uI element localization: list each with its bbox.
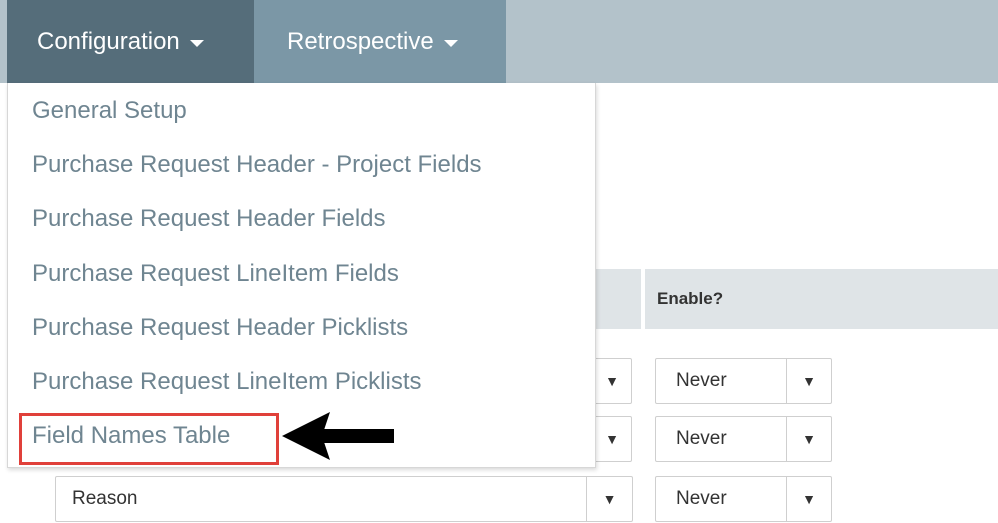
enable-select-value: Never <box>676 370 727 391</box>
triangle-down-icon[interactable]: ▼ <box>787 359 831 403</box>
left-arrow-icon <box>282 412 394 460</box>
table-header-cell <box>596 269 641 329</box>
enable-select-value: Never <box>676 488 727 509</box>
menu-item-general-setup[interactable]: General Setup <box>32 97 187 125</box>
nav-configuration-label: Configuration <box>37 27 180 55</box>
caret-down-icon <box>189 40 204 47</box>
triangle-down-icon[interactable]: ▼ <box>787 417 831 461</box>
top-navbar: Configuration Retrospective <box>0 0 998 83</box>
nav-configuration-menu[interactable]: Configuration <box>7 0 254 83</box>
enable-select-row-1[interactable]: Never ▼ <box>655 358 832 404</box>
highlight-annotation-box <box>19 413 279 465</box>
triangle-down-icon[interactable]: ▼ <box>587 477 632 521</box>
field-select-row-3[interactable]: Reason ▼ <box>55 476 633 522</box>
enable-select-value: Never <box>676 428 727 449</box>
menu-item-pr-header-picklists[interactable]: Purchase Request Header Picklists <box>32 314 408 342</box>
menu-item-pr-lineitem-picklists[interactable]: Purchase Request LineItem Picklists <box>32 368 422 396</box>
nav-retrospective-label: Retrospective <box>287 27 434 55</box>
menu-item-pr-header-project-fields[interactable]: Purchase Request Header - Project Fields <box>32 151 482 179</box>
caret-down-icon <box>443 40 458 47</box>
enable-header-label: Enable? <box>657 289 724 308</box>
menu-item-pr-header-fields[interactable]: Purchase Request Header Fields <box>32 205 386 233</box>
enable-column-header: Enable? <box>645 269 998 329</box>
enable-select-row-3[interactable]: Never ▼ <box>655 476 832 522</box>
enable-select-row-2[interactable]: Never ▼ <box>655 416 832 462</box>
triangle-down-icon[interactable]: ▼ <box>787 477 831 521</box>
nav-retrospective-menu[interactable]: Retrospective <box>254 0 506 83</box>
field-select-value: Reason <box>72 488 138 509</box>
menu-item-pr-lineitem-fields[interactable]: Purchase Request LineItem Fields <box>32 260 399 288</box>
